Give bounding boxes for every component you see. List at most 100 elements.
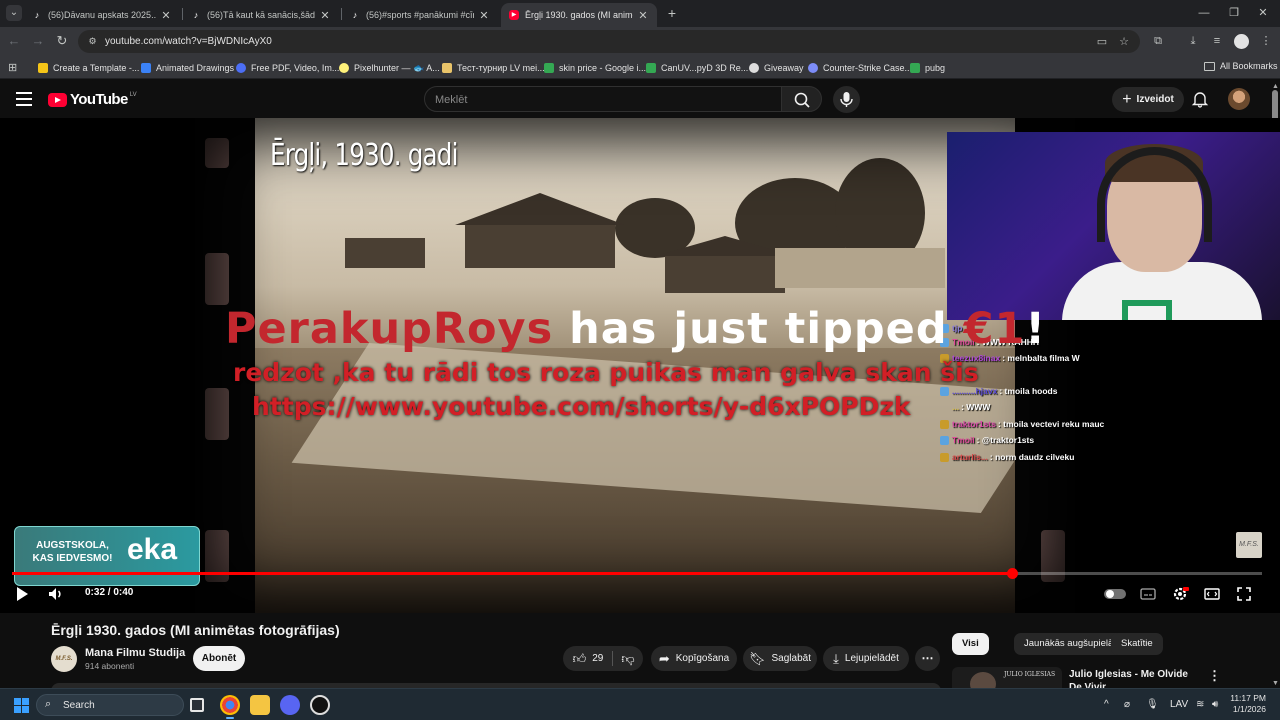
close-tab-icon[interactable]: ✕: [478, 9, 490, 22]
install-app-icon[interactable]: ▭: [1094, 34, 1110, 50]
speaker-icon[interactable]: 🔊︎: [1212, 699, 1218, 710]
close-window-icon[interactable]: ✕: [1254, 4, 1272, 22]
close-tab-icon[interactable]: ✕: [637, 9, 649, 22]
account-avatar[interactable]: [1228, 88, 1250, 110]
back-icon[interactable]: ←: [6, 33, 22, 49]
reload-icon[interactable]: ↻: [54, 33, 70, 49]
bookmark-item[interactable]: Animated Drawings: [141, 61, 234, 75]
browser-tab[interactable]: ♪ (56)#sports #panākumi #cīņa # ✕: [342, 3, 498, 27]
ad-overlay-text: AUGSTSKOLA, KAS IEDVESMO!: [32, 540, 113, 564]
chat-user: arturlis...: [952, 452, 988, 462]
chip-all[interactable]: Visi: [952, 633, 989, 655]
scroll-down-icon[interactable]: ▼: [1272, 680, 1279, 687]
media-control-icon[interactable]: ≡: [1209, 33, 1225, 49]
notifications-bell-icon[interactable]: [1191, 90, 1209, 108]
tray-overflow-icon[interactable]: ^: [1104, 699, 1109, 710]
bookmark-item[interactable]: Create a Template -...: [38, 61, 139, 75]
menu-hamburger-icon[interactable]: [16, 92, 32, 106]
download-button[interactable]: ⤓ Lejupielādēt: [823, 646, 909, 671]
site-info-icon[interactable]: ⚙: [86, 35, 99, 48]
all-bookmarks-button[interactable]: All Bookmarks: [1204, 61, 1278, 71]
progress-scrubber[interactable]: [1007, 568, 1018, 579]
minimize-icon[interactable]: —: [1195, 4, 1213, 22]
share-button[interactable]: ➦ Kopīgošana: [651, 646, 737, 671]
microphone-tray-icon[interactable]: 🎙︎: [1146, 699, 1159, 710]
bookmark-item[interactable]: Тест-турнир LV mei...: [442, 61, 545, 75]
create-button[interactable]: + Izveidot: [1112, 87, 1184, 112]
taskbar-clock[interactable]: 11:17 PM 1/1/2026: [1226, 693, 1266, 715]
chat-text: : @traktor1sts: [976, 435, 1035, 445]
language-indicator[interactable]: LAV: [1170, 699, 1188, 710]
like-count: 29: [592, 653, 604, 664]
play-button[interactable]: [12, 584, 32, 604]
bookmark-item[interactable]: CanUV...pyD 3D Re...: [646, 61, 748, 75]
channel-avatar[interactable]: M.F.S.: [51, 646, 77, 672]
browser-tab[interactable]: ♪ (56)Dāvanu apskats 2025... #dā ✕: [24, 3, 180, 27]
dislike-button[interactable]: 👎︎: [613, 646, 643, 671]
forward-icon[interactable]: →: [30, 33, 46, 49]
scroll-up-icon[interactable]: ▲: [1272, 83, 1279, 90]
channel-name[interactable]: Mana Filmu Studija: [85, 647, 185, 659]
close-tab-icon[interactable]: ✕: [160, 9, 172, 22]
subtitles-button[interactable]: [1138, 584, 1158, 604]
chat-message: traktor1sts: tmoila vectevi reku mauc: [940, 419, 1104, 429]
recommended-video-title[interactable]: Julio Iglesias - Me Olvide De Vivir: [1069, 668, 1197, 688]
youtube-logo[interactable]: YouTube LV: [48, 91, 137, 108]
network-icon[interactable]: ⌀: [1124, 699, 1130, 710]
voice-search-button[interactable]: [833, 86, 860, 113]
more-actions-button[interactable]: ⋯: [915, 646, 940, 671]
subscribe-button[interactable]: Abonēt: [193, 646, 245, 671]
restore-icon[interactable]: ❐: [1225, 4, 1243, 22]
downloads-icon[interactable]: ⤓: [1185, 33, 1201, 49]
recommended-thumbnail[interactable]: JULIO IGLESIAS: [952, 667, 1062, 689]
bookmark-item[interactable]: Counter-Strike Case...: [808, 61, 912, 75]
bookmark-favicon: [339, 63, 349, 73]
recording-app-icon[interactable]: [310, 695, 330, 715]
bookmark-item[interactable]: pubg: [910, 61, 945, 75]
save-button[interactable]: 🔖︎ Saglabāt: [743, 646, 817, 671]
browser-tab[interactable]: ♪ (56)Tā kaut kā sanācis,šādu dzie ✕: [183, 3, 339, 27]
bookmark-item[interactable]: Pixelhunter — 🐟 A...: [339, 61, 440, 75]
windows-start-icon[interactable]: [14, 698, 29, 713]
tab-search-button[interactable]: ⌄: [6, 5, 22, 21]
search-button[interactable]: [781, 86, 822, 112]
theater-mode-button[interactable]: [1202, 584, 1222, 604]
task-view-icon[interactable]: [190, 698, 204, 712]
bookmark-favicon: [442, 63, 452, 73]
file-explorer-icon[interactable]: [250, 695, 270, 715]
bookmark-star-icon[interactable]: ☆: [1116, 34, 1132, 50]
video-player[interactable]: Ērgļi, 1930. gadi tjp Tmoil: WWW RAHHH t…: [0, 118, 1280, 613]
fullscreen-button[interactable]: [1234, 584, 1254, 604]
extensions-icon[interactable]: ⧉: [1150, 33, 1166, 49]
recommended-more-icon[interactable]: ⋮: [1208, 668, 1221, 684]
plus-icon: +: [1122, 90, 1132, 108]
profile-avatar[interactable]: [1234, 34, 1249, 49]
video-title: Ērgļi 1930. gados (MI animētas fotogrāfi…: [51, 622, 340, 638]
channel-watermark[interactable]: M.F.S.: [1236, 532, 1262, 558]
url-text: youtube.com/watch?v=BjWDNIcAyX0: [105, 36, 272, 47]
chrome-icon[interactable]: [220, 695, 240, 719]
bookmark-label: Create a Template -...: [53, 63, 140, 73]
search-input[interactable]: [435, 91, 765, 108]
volume-button[interactable]: [46, 584, 66, 604]
menu-kebab-icon[interactable]: ⋮: [1258, 33, 1274, 49]
close-tab-icon[interactable]: ✕: [319, 9, 331, 22]
address-bar[interactable]: ⚙ youtube.com/watch?v=BjWDNIcAyX0 ▭ ☆: [78, 30, 1140, 53]
taskbar-search[interactable]: ⌕ Search: [36, 694, 184, 716]
ad-overlay-banner[interactable]: AUGSTSKOLA, KAS IEDVESMO! eka: [14, 526, 200, 586]
apps-grid-icon[interactable]: ⊞: [8, 61, 17, 74]
chat-text: : tmoila vectevi reku mauc: [997, 419, 1105, 429]
discord-icon[interactable]: [280, 695, 300, 715]
bookmark-item[interactable]: Giveaway: [749, 61, 804, 75]
browser-tab-active[interactable]: ▶ Ērgļi 1930. gados (MI animētas ✕: [501, 3, 657, 27]
autoplay-toggle[interactable]: [1104, 589, 1126, 599]
wifi-icon[interactable]: ≋: [1196, 699, 1204, 710]
new-tab-button[interactable]: +: [664, 5, 680, 21]
settings-button[interactable]: [1170, 584, 1190, 604]
progress-bar[interactable]: [12, 568, 1262, 579]
chat-badge-icon: [940, 435, 949, 445]
chip-watched[interactable]: Skatītie: [1111, 633, 1163, 655]
like-button[interactable]: 👍︎ 29: [563, 646, 613, 671]
bookmark-item[interactable]: Free PDF, Video, Im...: [236, 61, 339, 75]
bookmark-item[interactable]: skin price - Google i...: [544, 61, 646, 75]
